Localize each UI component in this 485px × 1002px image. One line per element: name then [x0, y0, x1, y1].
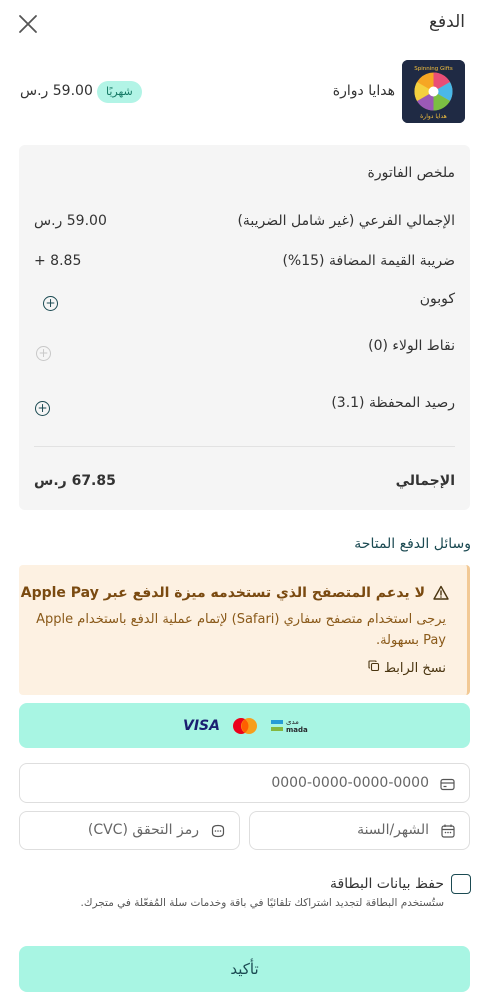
cvc-field[interactable]: رمز التحقق (CVC) — [19, 811, 240, 850]
save-card-note: ستُستخدم البطاقة لتجديد اشتراكك تلقائيًا… — [80, 897, 444, 909]
wallet-balance-label: رصيد المحفظة (3.1) — [331, 395, 455, 411]
card-number-placeholder: 0000-0000-0000-0000 — [271, 775, 429, 791]
apple-pay-warning: لا يدعم المتصفح الذي تستخدمه ميزة الدفع … — [19, 565, 470, 695]
save-card-checkbox[interactable] — [451, 874, 471, 894]
total-label: الإجمالي — [395, 473, 455, 489]
svg-text:Spinning Gifts: Spinning Gifts — [414, 66, 453, 72]
mastercard-logo — [231, 717, 259, 739]
summary-divider — [34, 446, 455, 447]
product-name: هدايا دوارة — [332, 83, 395, 99]
product-price: 59.00 ر.س — [20, 83, 93, 99]
total-value: 67.85 ر.س — [34, 473, 116, 489]
svg-text:هدايا دوارة: هدايا دوارة — [420, 113, 447, 120]
copy-icon — [368, 660, 380, 676]
warning-title: لا يدعم المتصفح الذي تستخدمه ميزة الدفع … — [20, 585, 425, 601]
product-logo: Spinning Gifts هدايا دوارة — [402, 60, 465, 123]
payment-methods-title: وسائل الدفع المتاحة — [354, 536, 471, 552]
card-brands-bar: VISA مدى mada — [19, 703, 470, 748]
warning-icon — [433, 585, 449, 601]
billing-period-badge: شهريًا — [97, 81, 142, 103]
calendar-icon — [441, 823, 455, 842]
confirm-button[interactable]: تأكيد — [19, 946, 470, 992]
save-card-label: حفظ بيانات البطاقة — [330, 876, 444, 892]
add-loyalty-plus-icon[interactable]: + — [36, 346, 51, 361]
summary-title: ملخص الفاتورة — [367, 165, 456, 181]
coupon-label: كوبون — [419, 291, 455, 307]
vat-label: ضريبة القيمة المضافة (15%) — [282, 253, 455, 269]
card-number-field[interactable]: 0000-0000-0000-0000 — [19, 763, 470, 803]
page-title: الدفع — [428, 12, 465, 32]
add-wallet-plus-icon[interactable]: + — [35, 401, 50, 416]
mada-logo: مدى mada — [271, 716, 311, 740]
card-icon — [440, 776, 455, 795]
invoice-summary: ملخص الفاتورة الإجمالي الفرعي (غير شامل … — [19, 145, 470, 510]
close-icon[interactable] — [16, 12, 40, 36]
add-coupon-plus-icon[interactable]: + — [43, 296, 58, 311]
loyalty-points-label: نقاط الولاء (0) — [368, 338, 455, 354]
cvc-icon — [211, 823, 225, 842]
visa-logo: VISA — [183, 717, 220, 737]
copy-link-label: نسخ الرابط — [383, 660, 446, 676]
vat-value: + 8.85 — [34, 253, 82, 269]
svg-text:مدى: مدى — [286, 718, 299, 726]
svg-text:VISA: VISA — [183, 718, 219, 733]
subtotal-value: 59.00 ر.س — [34, 213, 107, 229]
expiry-placeholder: الشهر/السنة — [357, 822, 429, 838]
copy-link-button[interactable]: نسخ الرابط — [368, 660, 446, 676]
svg-text:mada: mada — [286, 726, 308, 734]
cvc-placeholder: رمز التحقق (CVC) — [87, 822, 199, 838]
expiry-field[interactable]: الشهر/السنة — [249, 811, 470, 850]
warning-body: يرجى استخدام متصفح سفاري (Safari) لإتمام… — [36, 612, 446, 648]
subtotal-label: الإجمالي الفرعي (غير شامل الضريبة) — [237, 213, 455, 229]
